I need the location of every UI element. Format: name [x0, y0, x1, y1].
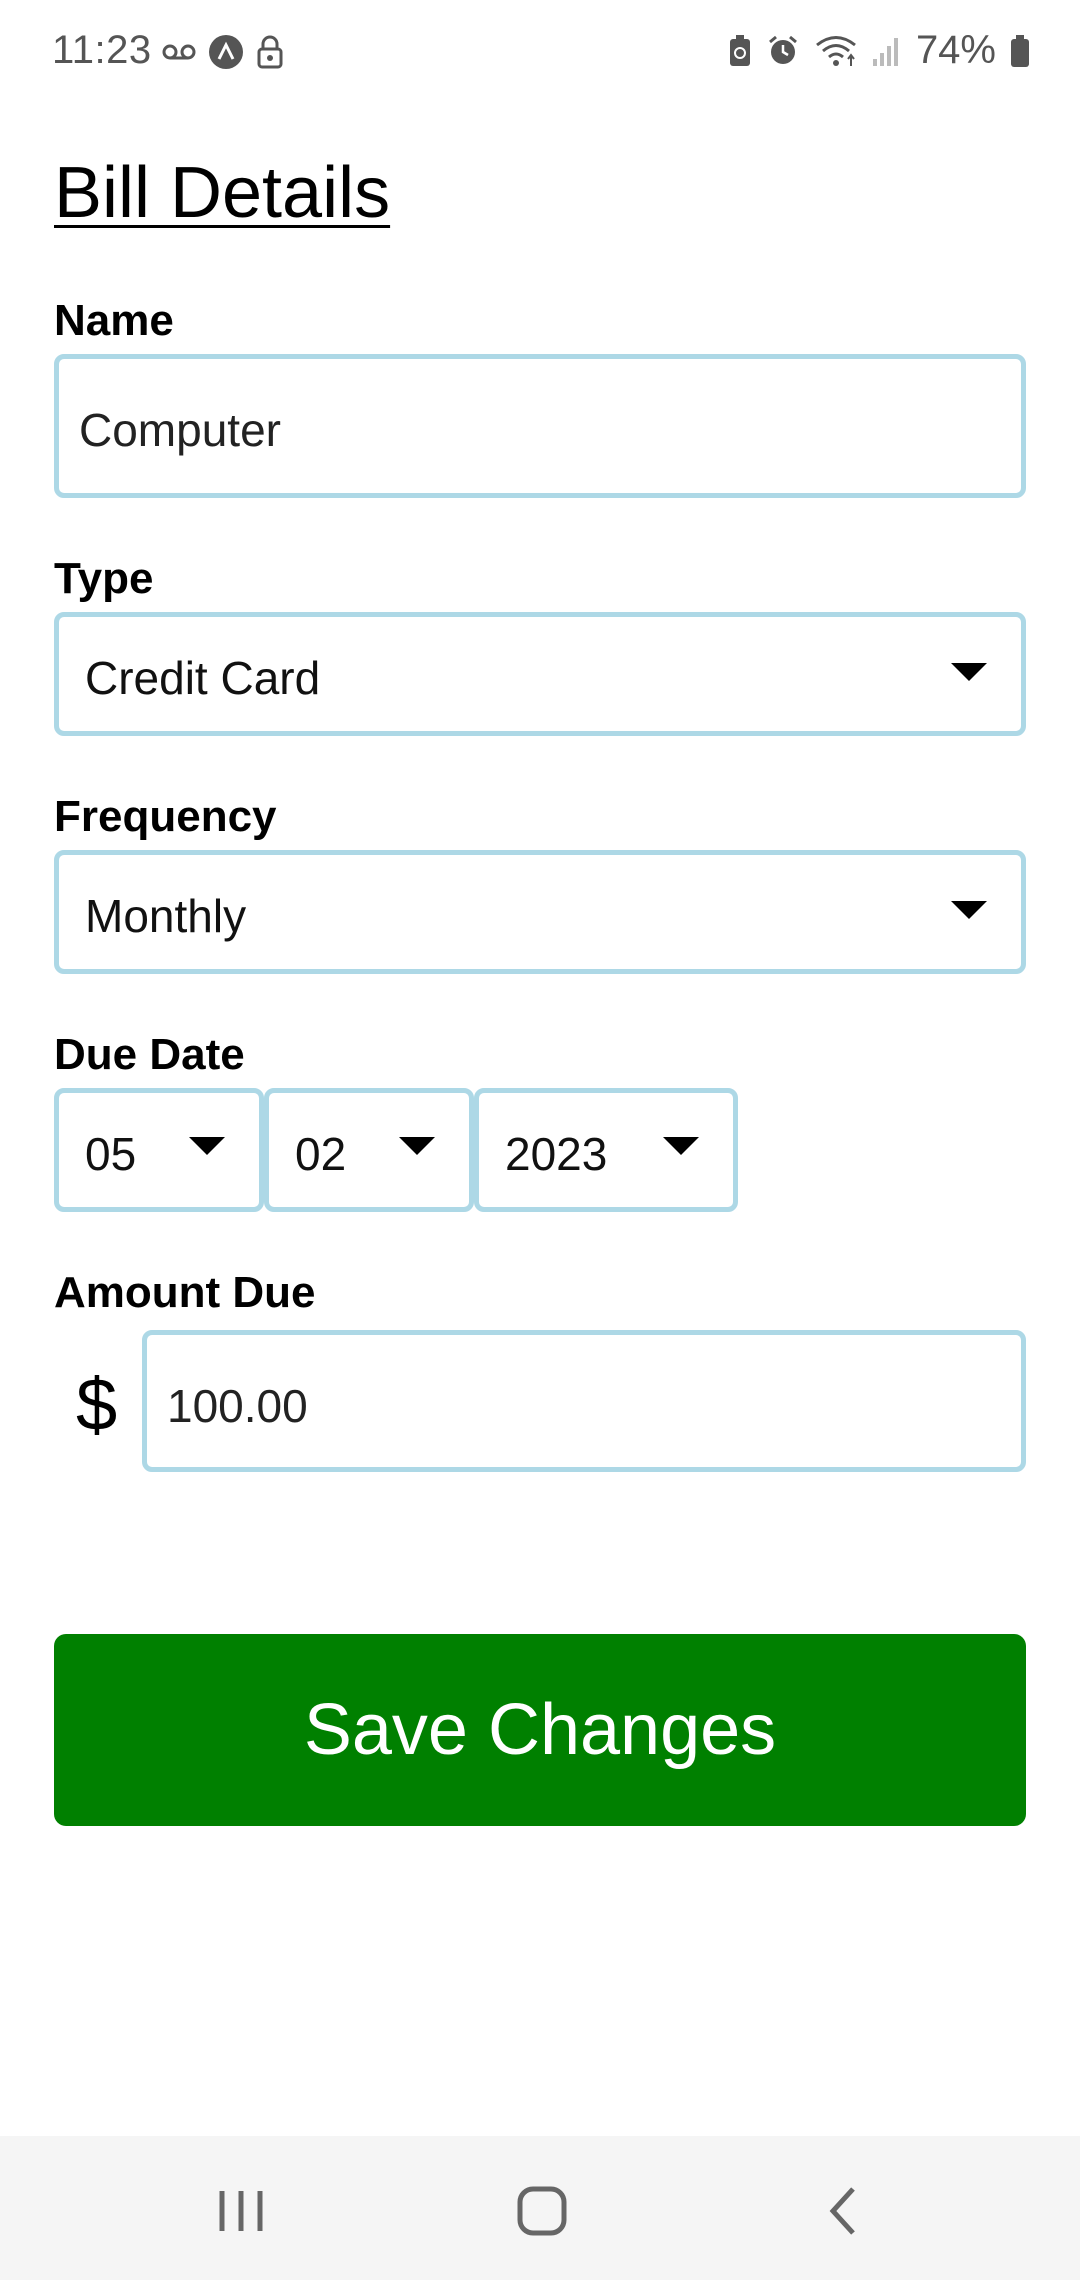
battery-percent: 74%	[915, 28, 996, 72]
frequency-label: Frequency	[54, 792, 277, 841]
amount-due-label: Amount Due	[54, 1268, 316, 1317]
due-month-value: 05	[85, 1128, 137, 1180]
chevron-down-icon	[663, 1137, 699, 1155]
type-select-value: Credit Card	[85, 652, 321, 704]
amount-field[interactable]: 100.00	[142, 1330, 1026, 1472]
alarm-icon	[768, 35, 797, 64]
wifi-icon	[816, 35, 856, 66]
due-day-value: 02	[295, 1128, 347, 1180]
frequency-select-value: Monthly	[85, 890, 247, 942]
page-title: Bill Details	[54, 153, 391, 233]
chevron-down-icon	[399, 1137, 435, 1155]
name-label: Name	[54, 296, 174, 345]
name-field-value: Computer	[79, 404, 281, 456]
signal-icon	[872, 37, 898, 66]
recent-apps-icon	[219, 2191, 263, 2231]
chevron-down-icon	[189, 1137, 225, 1155]
battery-saver-icon	[729, 34, 750, 66]
bill-details-screen: 11:23 74% Bill Details Name Computer Typ…	[0, 0, 1080, 2280]
battery-icon	[1011, 34, 1029, 67]
chevron-down-icon	[951, 901, 987, 919]
due-day-select[interactable]: 02	[264, 1088, 474, 1212]
amount-field-value: 100.00	[167, 1380, 308, 1432]
system-nav-bar	[0, 2136, 1080, 2280]
currency-symbol: $	[76, 1363, 118, 1446]
status-bar: 11:23 74%	[0, 0, 1080, 108]
status-right-icons: 74%	[728, 28, 1030, 73]
due-year-select[interactable]: 2023	[474, 1088, 738, 1212]
status-left-icons	[162, 34, 284, 70]
back-button[interactable]	[798, 2176, 888, 2246]
status-time: 11:23	[52, 28, 152, 72]
type-label: Type	[54, 554, 154, 603]
due-date-label: Due Date	[54, 1030, 245, 1079]
type-select[interactable]: Credit Card	[54, 612, 1026, 736]
name-field[interactable]: Computer	[54, 354, 1026, 498]
home-icon	[517, 2186, 567, 2236]
due-month-select[interactable]: 05	[54, 1088, 264, 1212]
chevron-down-icon	[951, 663, 987, 681]
frequency-select[interactable]: Monthly	[54, 850, 1026, 974]
voicemail-icon	[162, 44, 196, 60]
app-notification-icon	[209, 35, 243, 69]
back-icon	[829, 2187, 855, 2235]
home-button[interactable]	[497, 2176, 587, 2246]
due-year-value: 2023	[505, 1128, 608, 1180]
save-changes-button[interactable]: Save Changes	[54, 1634, 1026, 1826]
recent-apps-button[interactable]	[196, 2176, 286, 2246]
lock-icon	[257, 35, 283, 69]
